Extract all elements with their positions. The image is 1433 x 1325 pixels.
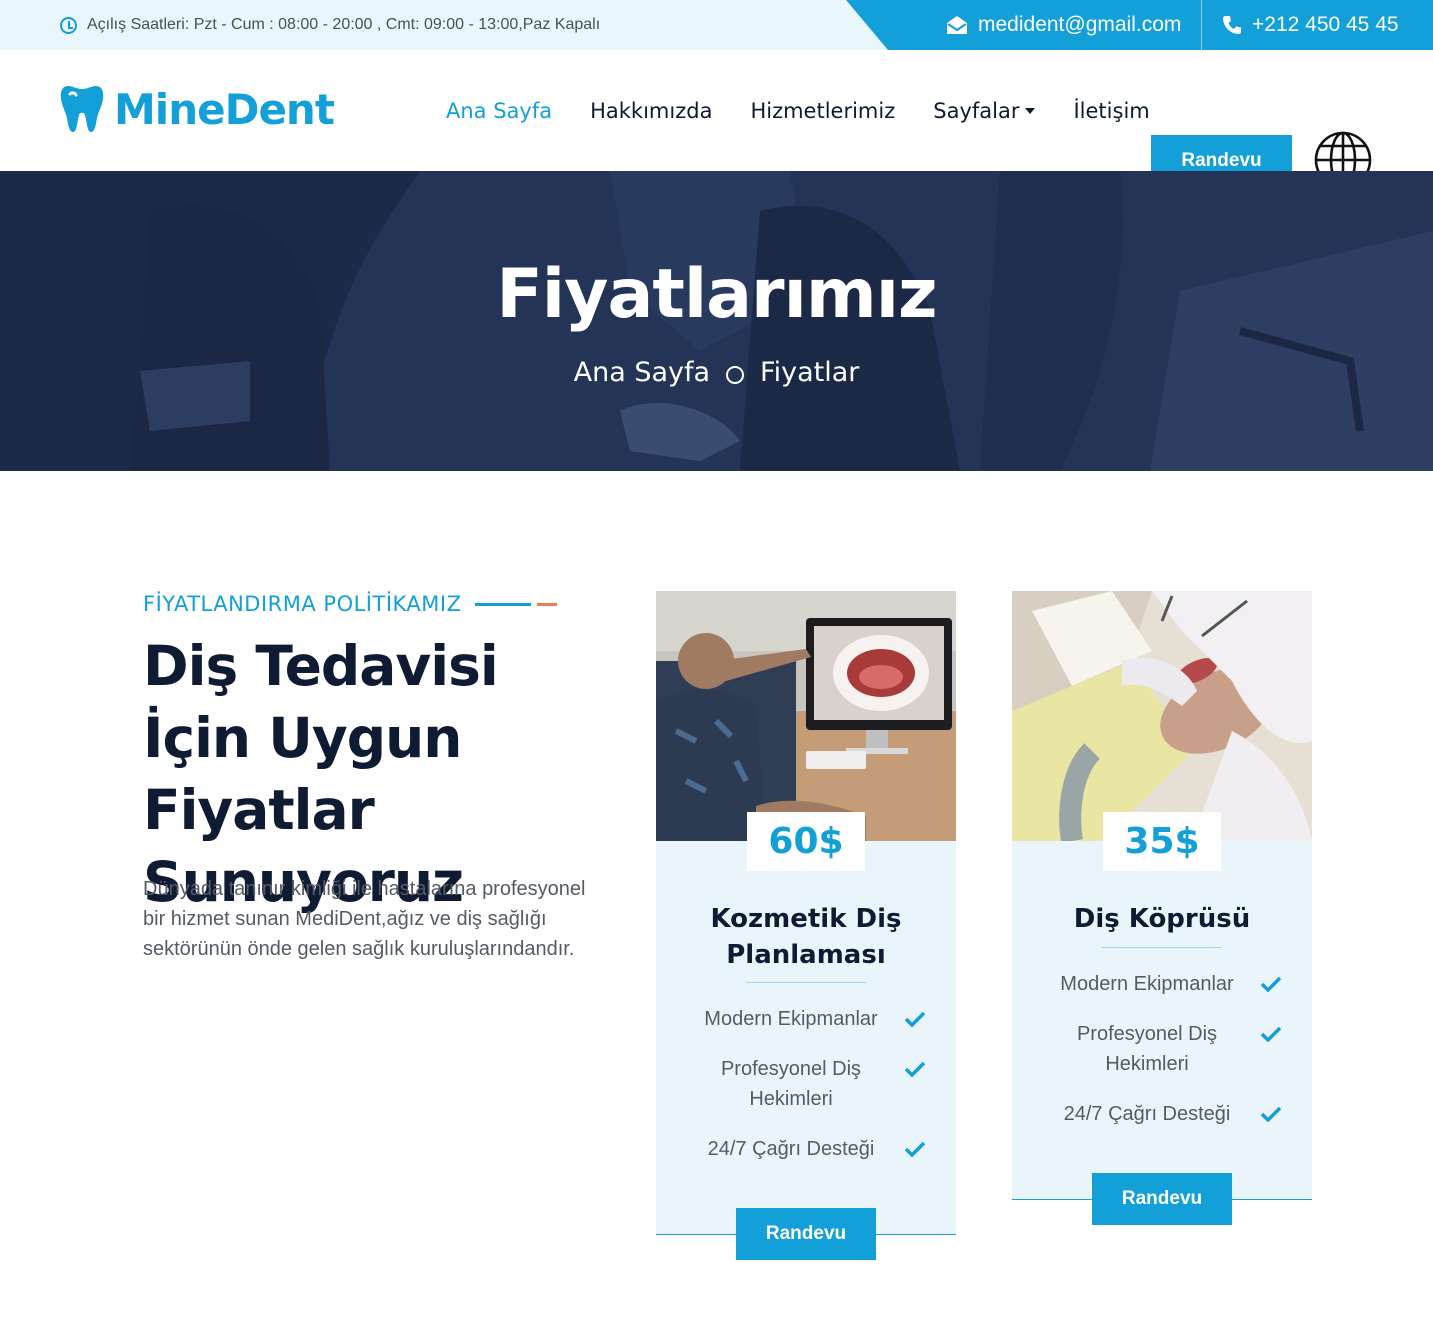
breadcrumb: Ana Sayfa Fiyatlar — [0, 357, 1433, 388]
page-hero: Fiyatlarımız Ana Sayfa Fiyatlar — [0, 171, 1433, 471]
page-title: Fiyatlarımız — [496, 255, 937, 334]
breadcrumb-current: Fiyatlar — [760, 357, 860, 388]
divider — [1201, 0, 1202, 50]
opening-hours-text: Açılış Saatleri: Pzt - Cum : 08:00 - 20:… — [87, 16, 601, 33]
check-icon — [1252, 1099, 1282, 1129]
feature-text: Modern Ekipmanlar — [1060, 973, 1234, 995]
subtitle-accent-line — [537, 602, 558, 606]
nav-item-about[interactable]: Hakkımızda — [590, 99, 712, 123]
logo[interactable]: MineDent — [60, 84, 335, 134]
section-subtitle: FİYATLANDIRMA POLİTİKAMIZ — [143, 592, 558, 616]
plan-appointment-button[interactable]: Randevu — [1092, 1173, 1232, 1225]
nav-item-contact[interactable]: İletişim — [1073, 99, 1149, 123]
plan-price: 35$ — [1103, 812, 1221, 871]
main-navbar: MineDent Ana Sayfa Hakkımızda Hizmetleri… — [0, 50, 1433, 189]
opening-hours: Açılış Saatleri: Pzt - Cum : 08:00 - 20:… — [60, 0, 600, 50]
check-icon — [896, 1134, 926, 1164]
email-text[interactable]: medident@gmail.com — [978, 13, 1181, 37]
plan-feature: Modern Ekipmanlar — [1012, 969, 1312, 999]
check-icon — [896, 1054, 926, 1084]
caret-down-icon — [1025, 107, 1036, 114]
section-description: Dünyada tanınır kimliği ile hastalarına … — [143, 878, 586, 960]
plan-feature: Profesyonel Diş Hekimleri — [656, 1054, 956, 1114]
feature-text: 24/7 Çağrı Desteği — [707, 1138, 875, 1160]
plan-feature: Modern Ekipmanlar — [656, 1004, 956, 1034]
nav-item-home[interactable]: Ana Sayfa — [446, 99, 552, 123]
plan-appointment-button[interactable]: Randevu — [736, 1208, 876, 1260]
envelope-icon — [947, 16, 967, 34]
nav-item-services[interactable]: Hizmetlerimiz — [750, 99, 895, 123]
pricing-card-bridge: 35$ Diş Köprüsü Modern Ekipmanlar Profes… — [1012, 591, 1312, 1225]
phone-text[interactable]: +212 450 45 45 — [1252, 13, 1399, 37]
title-divider — [746, 982, 866, 983]
section-subtitle-text: FİYATLANDIRMA POLİTİKAMIZ — [143, 592, 462, 616]
phone-icon — [1223, 16, 1241, 34]
email-link[interactable]: medident@gmail.com — [946, 0, 1181, 50]
feature-text: Modern Ekipmanlar — [704, 1008, 878, 1030]
clock-icon — [60, 16, 77, 34]
check-icon — [896, 1004, 926, 1034]
check-icon — [1252, 1019, 1282, 1049]
circle-separator-icon — [726, 365, 745, 384]
nav-item-pages-label[interactable]: Sayfalar — [933, 99, 1019, 123]
feature-text: Profesyonel Diş Hekimleri — [1076, 1023, 1218, 1075]
plan-price: 60$ — [747, 812, 865, 871]
brand-name[interactable]: MineDent — [114, 85, 335, 134]
plan-title: Kozmetik Diş Planlaması — [710, 904, 902, 970]
dental-treatment-photo — [1012, 591, 1312, 841]
plan-feature: 24/7 Çağrı Desteği — [1012, 1099, 1312, 1129]
title-divider — [1102, 947, 1222, 948]
nav-item-pages[interactable]: Sayfalar — [933, 99, 1036, 123]
tooth-icon — [60, 86, 104, 132]
dentist-monitor-photo — [656, 591, 956, 841]
pricing-card-cosmetic: 60$ Kozmetik Diş Planlaması Modern Ekipm… — [656, 591, 956, 1260]
plan-title: Diş Köprüsü — [1073, 904, 1251, 934]
feature-text: 24/7 Çağrı Desteği — [1063, 1103, 1231, 1125]
check-icon — [1252, 969, 1282, 999]
breadcrumb-home[interactable]: Ana Sayfa — [574, 357, 710, 388]
main-nav: Ana Sayfa Hakkımızda Hizmetlerimiz Sayfa… — [446, 50, 1188, 171]
feature-text: Profesyonel Diş Hekimleri — [720, 1058, 862, 1110]
phone-link[interactable]: +212 450 45 45 — [1222, 0, 1399, 50]
subtitle-line — [475, 602, 532, 606]
plan-feature: 24/7 Çağrı Desteği — [656, 1134, 956, 1164]
plan-feature: Profesyonel Diş Hekimleri — [1012, 1019, 1312, 1079]
top-bar: Açılış Saatleri: Pzt - Cum : 08:00 - 20:… — [0, 0, 1433, 50]
